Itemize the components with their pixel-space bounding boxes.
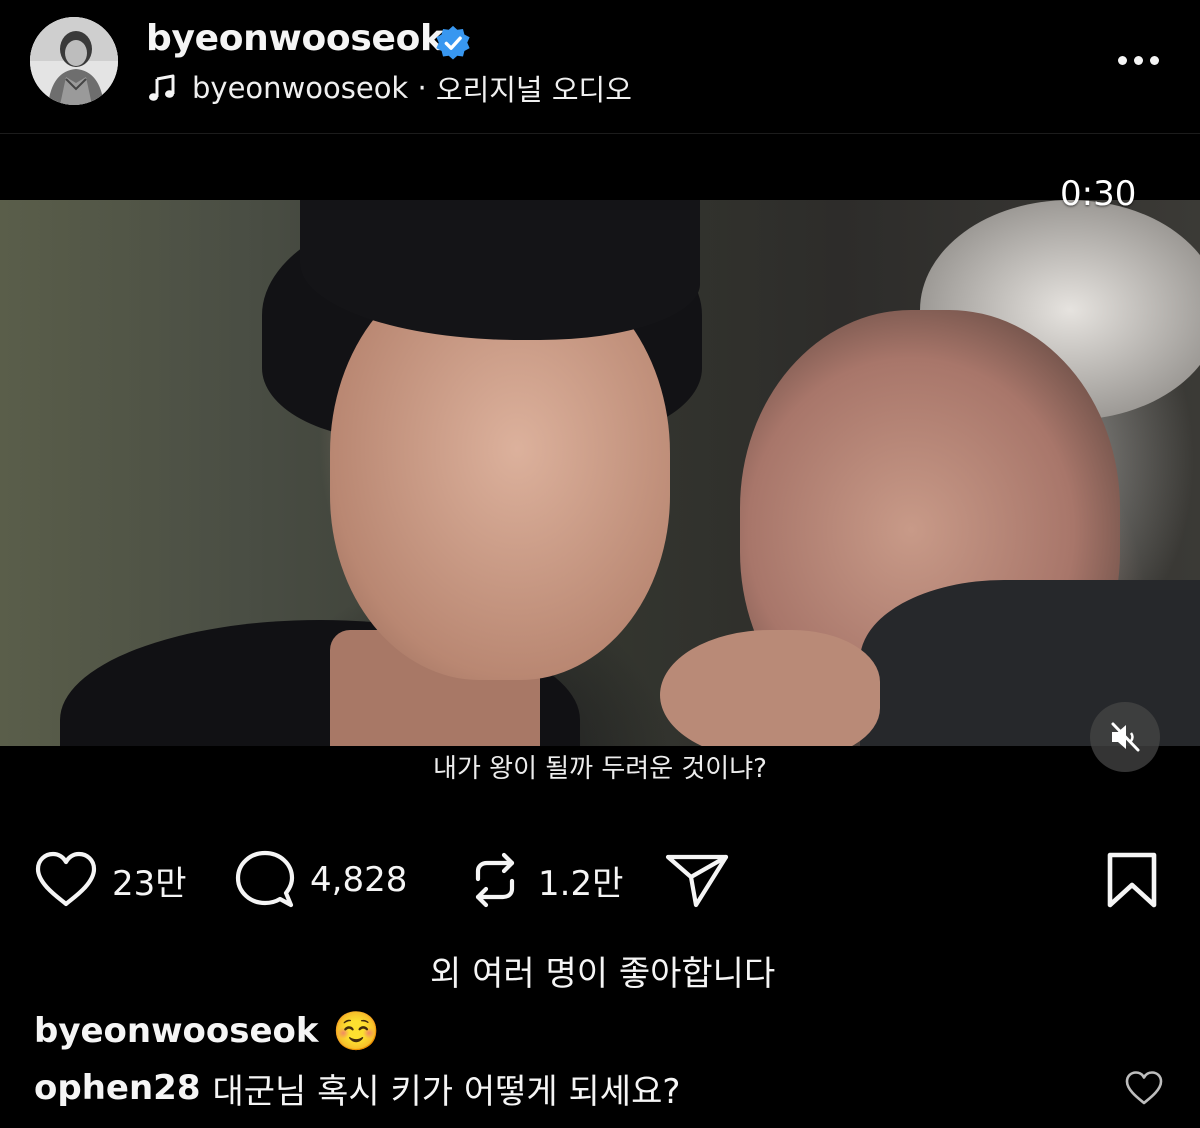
send-icon bbox=[665, 854, 729, 908]
music-note-icon bbox=[149, 74, 175, 101]
avatar-photo bbox=[30, 17, 118, 105]
repost-count: 1.2만 bbox=[538, 863, 624, 904]
speaker-muted-icon bbox=[1111, 722, 1140, 752]
audio-separator: · bbox=[408, 71, 436, 105]
comment-username[interactable]: ophen28 bbox=[34, 1068, 200, 1108]
action-bar: 23만 4,828 1.2만 bbox=[0, 840, 1200, 920]
like-button[interactable]: 23만 bbox=[34, 840, 187, 920]
caption-username[interactable]: byeonwooseok bbox=[34, 1011, 319, 1051]
comment-bubble-icon bbox=[235, 850, 295, 908]
post-header: byeonwooseok byeonwooseok · 오리지널 오디오 bbox=[0, 0, 1200, 134]
comment-preview[interactable]: ophen28 대군님 혹시 키가 어떻게 되세요? bbox=[34, 1062, 680, 1114]
comment-button[interactable]: 4,828 bbox=[234, 840, 407, 920]
liked-by-text: 외 여러 명이 좋아합니다 bbox=[430, 953, 776, 994]
comment-text: 대군님 혹시 키가 어떻게 되세요? bbox=[212, 1071, 681, 1112]
avatar[interactable] bbox=[30, 17, 118, 105]
audio-title: 오리지널 오디오 bbox=[435, 73, 632, 107]
repost-button[interactable]: 1.2만 bbox=[466, 840, 623, 920]
repost-icon bbox=[475, 852, 515, 908]
bookmark-icon bbox=[1107, 852, 1157, 908]
mute-button[interactable] bbox=[1090, 702, 1160, 772]
video-frame bbox=[0, 200, 1200, 746]
more-dot bbox=[1133, 55, 1143, 65]
audio-owner: byeonwooseok bbox=[192, 71, 409, 105]
post-username[interactable]: byeonwooseok bbox=[146, 18, 444, 59]
smiling-emoji: ☺️ bbox=[332, 1008, 380, 1053]
more-dot bbox=[1149, 55, 1159, 65]
heart-icon bbox=[35, 851, 97, 907]
more-dots-icon bbox=[1117, 55, 1127, 65]
video-hand bbox=[660, 630, 880, 746]
video-player[interactable]: 0:30 내가 왕이 될까 두려운 것이냐? bbox=[0, 134, 1200, 810]
liked-by-row[interactable]: 외 여러 명이 좋아합니다 bbox=[10, 940, 775, 1000]
like-count: 23만 bbox=[112, 863, 187, 904]
verified-badge-icon bbox=[436, 25, 470, 60]
share-button[interactable] bbox=[664, 840, 730, 920]
video-timer: 0:30 bbox=[1060, 174, 1137, 214]
audio-attribution[interactable]: byeonwooseok · 오리지널 오디오 bbox=[146, 70, 632, 107]
caption: byeonwooseok ☺️ bbox=[34, 1006, 380, 1056]
comment-count: 4,828 bbox=[310, 860, 408, 900]
save-button[interactable] bbox=[1104, 840, 1160, 920]
video-subtitle: 내가 왕이 될까 두려운 것이냐? bbox=[433, 754, 767, 784]
redacted-liker-name bbox=[10, 940, 424, 1000]
more-options-button[interactable] bbox=[1108, 42, 1168, 78]
heart-outline-icon[interactable] bbox=[1124, 1070, 1164, 1106]
